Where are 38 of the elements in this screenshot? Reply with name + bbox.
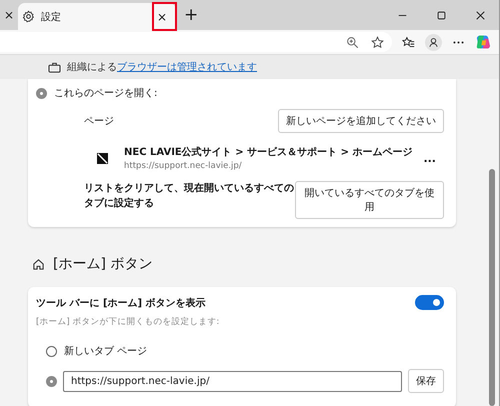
toggle-label: ツール バーに [ホーム] ボタンを表示	[36, 296, 206, 310]
pages-label: ページ	[84, 115, 114, 128]
zoom-icon[interactable]	[346, 36, 359, 48]
briefcase-icon	[48, 62, 61, 72]
url-input-field[interactable]: https://support.nec-lavie.jp/	[63, 370, 402, 392]
tab-title: 設定	[41, 10, 62, 24]
profile-icon[interactable]	[425, 34, 442, 50]
browser-tab[interactable]: 設定 ×	[18, 3, 176, 30]
star-icon[interactable]	[371, 36, 384, 48]
add-page-button[interactable]: 新しいページを追加してください	[278, 109, 444, 133]
tab-close-button[interactable]: ×	[0, 9, 18, 21]
page-menu-button[interactable]: ...	[423, 152, 436, 164]
highlight-frame	[152, 2, 177, 31]
home-icon	[32, 258, 45, 270]
toggle-switch[interactable]	[415, 295, 444, 310]
new-tab-button[interactable]: +	[184, 6, 198, 24]
description-text: [ホーム] ボタンが下に開くものを設定します:	[36, 316, 220, 328]
settings-icon	[22, 10, 35, 23]
close-icon[interactable]	[476, 10, 485, 20]
maximize-icon[interactable]	[437, 10, 446, 20]
managed-notice: 組織によるブラウザーは管理されています	[67, 60, 257, 74]
section-heading: [ホーム] ボタン	[53, 255, 152, 273]
page-url: https://support.nec-lavie.jp/	[124, 161, 243, 171]
radio-label: これらのページを開く:	[54, 87, 158, 100]
radio-button[interactable]	[46, 376, 57, 386]
use-open-tabs-button[interactable]: 開いているすべてのタブを使用	[294, 181, 444, 219]
scrollbar-thumb[interactable]	[489, 169, 495, 406]
favorites-icon[interactable]	[402, 36, 415, 48]
clear-list-text: リストをクリアして、現在開いているすべてのタブに設定する	[84, 182, 295, 211]
site-favicon-icon	[97, 152, 108, 164]
copilot-icon[interactable]	[475, 34, 491, 50]
radio-button[interactable]	[46, 346, 57, 356]
save-button[interactable]: 保存	[408, 369, 444, 393]
managed-link[interactable]: ブラウザーは管理されています	[117, 62, 257, 73]
page-title: NEC LAVIE公式サイト > サービス＆サポート > ホームページ	[124, 146, 414, 159]
radio-button[interactable]	[36, 88, 47, 98]
radio-label: 新しいタブ ページ	[64, 344, 148, 358]
tab-close-button[interactable]: ×	[154, 10, 170, 22]
